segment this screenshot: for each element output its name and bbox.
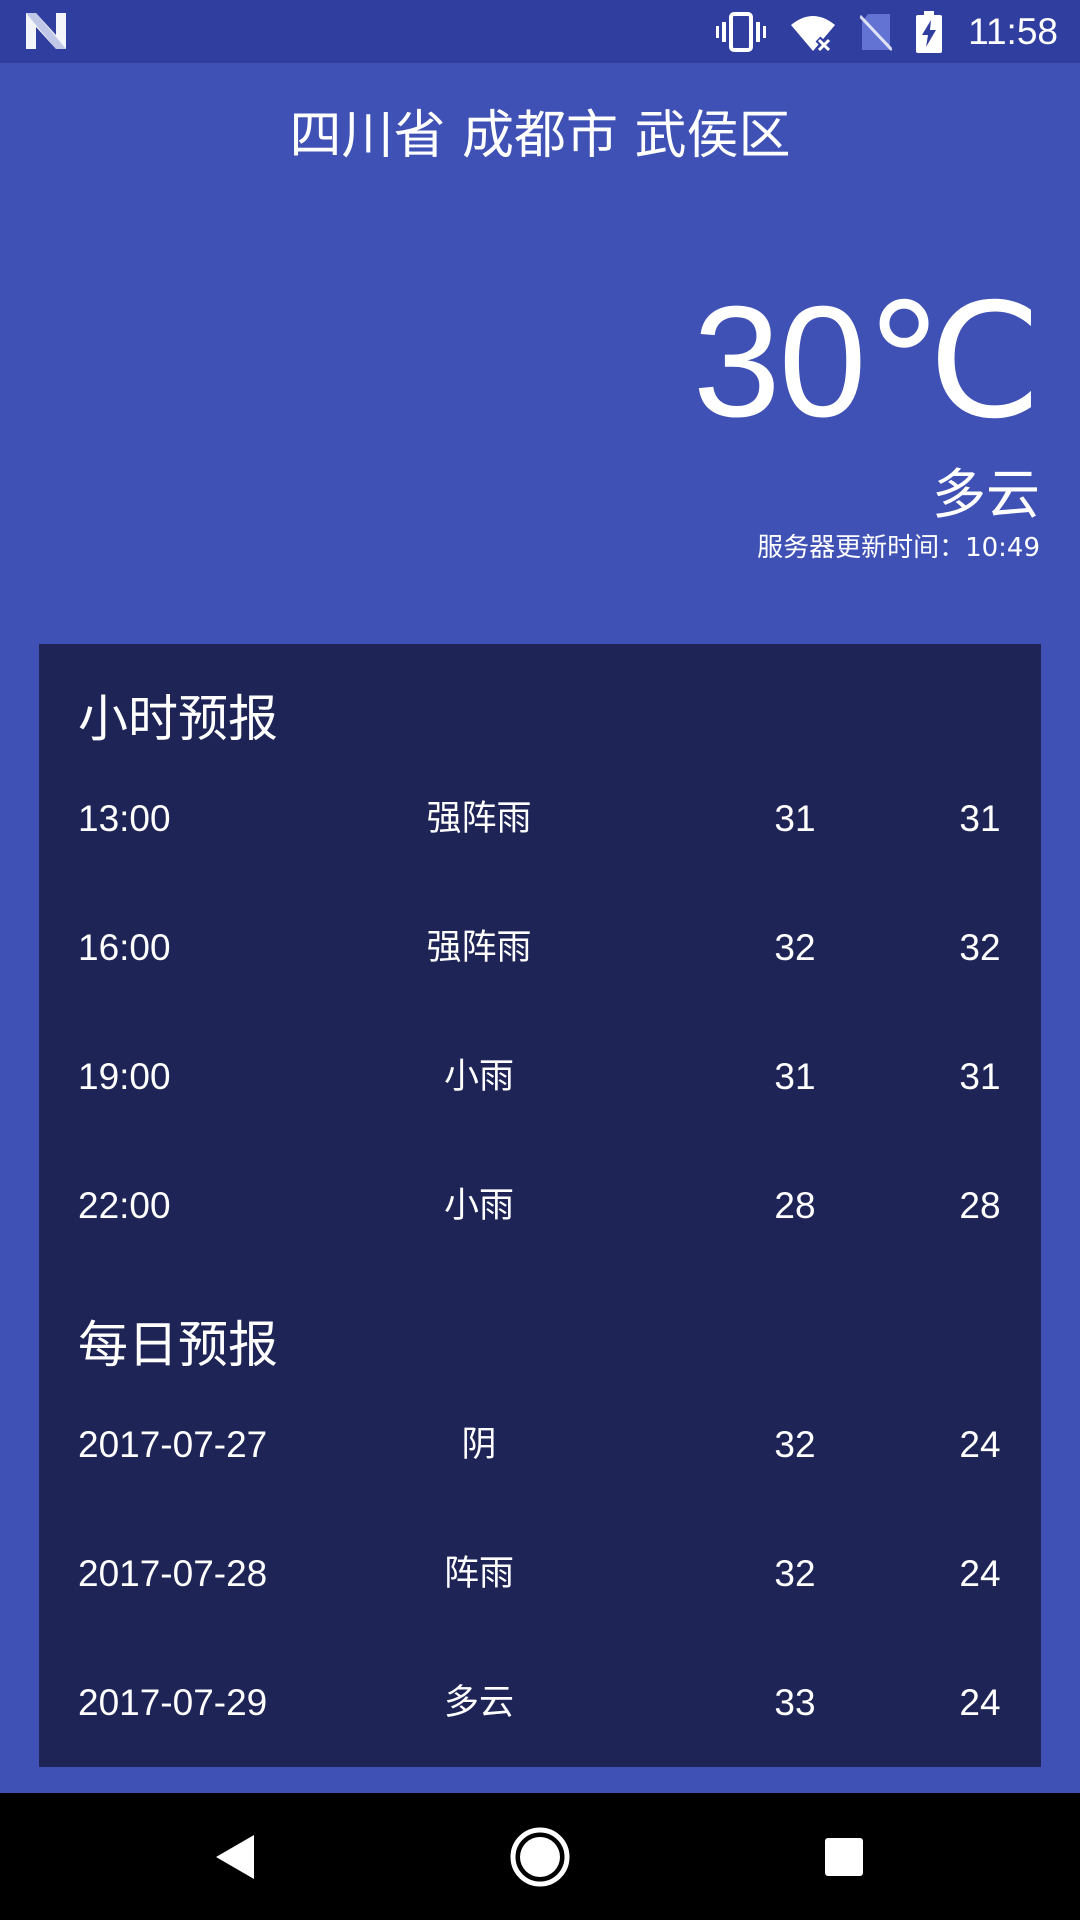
hourly-condition: 小雨 — [443, 1057, 514, 1097]
daily-forecast-title: 每日预报 — [78, 1316, 278, 1374]
back-button[interactable] — [176, 1793, 296, 1920]
hourly-high: 32 — [774, 927, 816, 968]
daily-high: 32 — [774, 1424, 816, 1465]
back-icon — [216, 1834, 254, 1879]
daily-date: 2017-07-29 — [78, 1682, 268, 1723]
status-bar: 11:58 — [0, 0, 1080, 63]
current-temperature: 30℃ — [692, 274, 1042, 450]
recents-icon — [825, 1837, 863, 1876]
hourly-row: 16:00 强阵雨 32 32 — [39, 918, 1041, 978]
daily-row: 2017-07-27 阴 32 24 — [39, 1415, 1041, 1475]
hourly-time: 16:00 — [78, 927, 171, 968]
daily-low: 24 — [959, 1424, 1001, 1465]
hourly-time: 22:00 — [78, 1185, 171, 1226]
n-logo-icon — [26, 13, 66, 53]
daily-low: 24 — [959, 1553, 1001, 1594]
hourly-high: 31 — [774, 1056, 816, 1097]
status-clock: 11:58 — [968, 10, 1058, 52]
battery-charging-icon — [916, 10, 943, 53]
daily-row: 2017-07-28 阵雨 32 24 — [39, 1544, 1041, 1604]
hourly-condition: 强阵雨 — [426, 928, 532, 968]
vibrate-icon — [716, 11, 767, 52]
hourly-forecast-title: 小时预报 — [78, 690, 278, 748]
daily-high: 33 — [774, 1682, 816, 1723]
daily-low: 24 — [959, 1682, 1001, 1723]
hourly-low: 32 — [959, 927, 1001, 968]
hourly-time: 19:00 — [78, 1056, 171, 1097]
daily-row: 2017-07-29 多云 33 24 — [39, 1673, 1041, 1733]
daily-condition: 多云 — [443, 1683, 514, 1723]
daily-condition: 阵雨 — [443, 1554, 514, 1594]
navigation-bar — [0, 1793, 1080, 1920]
daily-date: 2017-07-27 — [78, 1424, 268, 1465]
status-icons: 11:58 — [716, 0, 1058, 63]
hourly-row: 13:00 强阵雨 31 31 — [39, 789, 1041, 849]
hourly-low: 31 — [959, 1056, 1001, 1097]
hourly-low: 31 — [959, 798, 1001, 839]
weather-screen: 11:58 四川省 成都市 武侯区 30℃ 多云 服务器更新时间：10:49 小… — [0, 0, 1080, 1920]
hourly-high: 31 — [774, 798, 816, 839]
current-condition: 多云 — [932, 463, 1040, 526]
home-button[interactable] — [480, 1793, 600, 1920]
no-sim-icon — [860, 12, 893, 52]
hourly-high: 28 — [774, 1185, 816, 1226]
update-time: 服务器更新时间：10:49 — [757, 533, 1040, 563]
daily-date: 2017-07-28 — [78, 1553, 268, 1594]
location-title: 四川省 成都市 武侯区 — [289, 106, 791, 166]
forecast-card: 小时预报 13:00 强阵雨 31 31 16:00 强阵雨 32 32 19:… — [39, 644, 1041, 1767]
hourly-low: 28 — [959, 1185, 1001, 1226]
hourly-row: 19:00 小雨 31 31 — [39, 1047, 1041, 1107]
home-icon — [510, 1827, 570, 1886]
recents-button[interactable] — [784, 1793, 904, 1920]
daily-condition: 阴 — [461, 1425, 497, 1465]
hourly-row: 22:00 小雨 28 28 — [39, 1176, 1041, 1236]
hourly-condition: 小雨 — [443, 1186, 514, 1226]
hourly-time: 13:00 — [78, 798, 171, 839]
hourly-condition: 强阵雨 — [426, 799, 532, 839]
wifi-off-icon — [790, 13, 836, 51]
daily-high: 32 — [774, 1553, 816, 1594]
